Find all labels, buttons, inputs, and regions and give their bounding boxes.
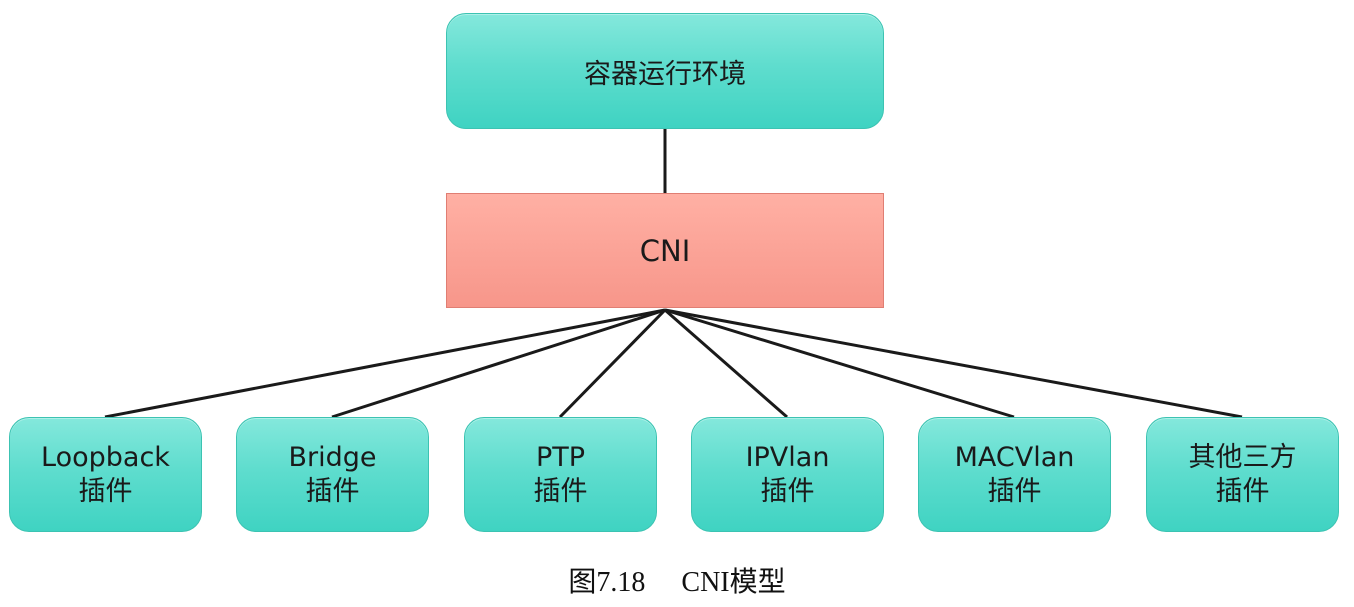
container-runtime-node: 容器运行环境 xyxy=(446,13,884,129)
plugin-name: Loopback xyxy=(41,441,170,473)
plugin-name: 其他三方 xyxy=(1188,441,1297,473)
plugin-name: IPVlan xyxy=(745,441,830,473)
container-runtime-label: 容器运行环境 xyxy=(584,58,746,90)
plugin-suffix: 插件 xyxy=(78,475,133,507)
plugin-bridge: Bridge 插件 xyxy=(236,417,429,532)
plugin-suffix: 插件 xyxy=(305,475,360,507)
edge-cni-other xyxy=(664,308,1243,419)
plugin-name: MACVlan xyxy=(954,441,1075,473)
edge-cni-ipvlan xyxy=(664,308,788,419)
plugin-suffix: 插件 xyxy=(1215,475,1270,507)
plugin-suffix: 插件 xyxy=(760,475,815,507)
plugin-suffix: 插件 xyxy=(533,475,588,507)
figure-caption: 图7.18 CNI模型 xyxy=(0,560,1354,600)
figure-number: 图7.18 xyxy=(568,567,646,598)
plugin-loopback: Loopback 插件 xyxy=(9,417,202,532)
plugin-ipvlan: IPVlan 插件 xyxy=(691,417,884,532)
plugin-third-party: 其他三方 插件 xyxy=(1146,417,1339,532)
plugin-name: PTP xyxy=(535,441,586,473)
plugin-suffix: 插件 xyxy=(987,475,1042,507)
plugin-macvlan: MACVlan 插件 xyxy=(918,417,1111,532)
cni-node: CNI xyxy=(446,193,884,308)
figure-title: CNI模型 xyxy=(681,567,786,598)
cni-label: CNI xyxy=(639,233,691,268)
plugin-name: Bridge xyxy=(288,441,377,473)
plugin-ptp: PTP 插件 xyxy=(464,417,657,532)
